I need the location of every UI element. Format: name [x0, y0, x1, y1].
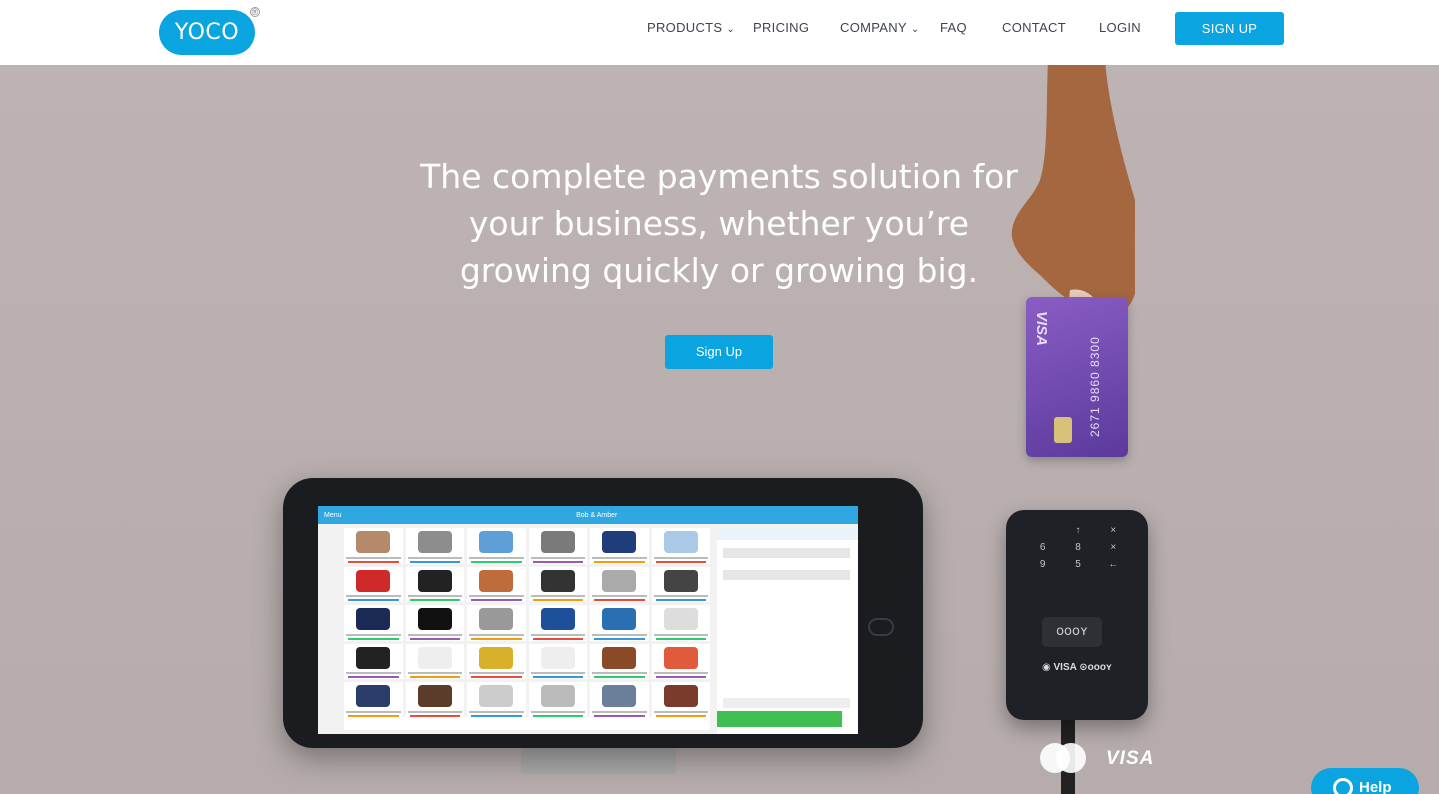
credit-card-image: VISA 2671 9860 8300	[1026, 297, 1128, 457]
home-button-icon	[868, 618, 894, 636]
product-tile	[651, 682, 710, 718]
key: ×	[1110, 542, 1117, 553]
product-tile	[590, 682, 649, 718]
key	[1028, 525, 1057, 537]
chevron-down-icon: ⌄	[726, 23, 736, 35]
pos-top-bar: Menu Bob & Amber	[318, 506, 858, 524]
nav-company-label: COMPANY	[840, 20, 907, 35]
key: ↑	[1075, 525, 1081, 536]
registered-mark: ®	[250, 7, 260, 17]
product-tile	[344, 528, 403, 564]
payment-logos: VISA	[1040, 741, 1154, 777]
product-tile	[405, 643, 464, 680]
product-tile	[528, 643, 587, 680]
product-tile	[405, 528, 464, 564]
pos-charge-button	[717, 711, 842, 727]
hero-headline: The complete payments solution for your …	[419, 153, 1019, 294]
product-grid	[344, 528, 710, 718]
key: ←	[1108, 559, 1119, 570]
product-tile	[467, 643, 526, 680]
key: 8	[1075, 542, 1081, 553]
visa-logo: VISA	[1106, 748, 1155, 769]
key: 5	[1075, 559, 1081, 570]
product-tile	[528, 566, 587, 603]
site-header: YOCO ® PRODUCTS ⌄ PRICING COMPANY ⌄ FAQ …	[0, 0, 1439, 65]
key: 6	[1039, 542, 1046, 553]
terminal-logo: oooʏ	[1042, 617, 1102, 647]
product-tile	[405, 566, 464, 603]
product-tile	[590, 643, 649, 680]
nav-pricing[interactable]: PRICING	[753, 0, 809, 55]
terminal-brand-line: ◉ VISA ⊙oooʏ	[1042, 662, 1112, 673]
pos-title: Bob & Amber	[576, 511, 618, 519]
mastercard-logo	[1040, 741, 1088, 777]
product-tile	[344, 605, 403, 641]
card-visa-text: VISA	[1033, 311, 1050, 347]
key: 9	[1039, 559, 1046, 570]
product-tile	[651, 528, 710, 564]
tablet-frame: Menu Bob & Amber	[283, 478, 923, 748]
nav-faq[interactable]: FAQ	[940, 0, 967, 55]
product-tile	[405, 605, 464, 641]
nav-contact[interactable]: CONTACT	[1002, 0, 1066, 55]
nav-company[interactable]: COMPANY ⌄	[840, 0, 920, 55]
hero-section: The complete payments solution for your …	[0, 65, 1439, 794]
tablet-stand	[521, 744, 676, 774]
headline-line: The complete payments solution for	[420, 157, 1018, 196]
product-tile	[590, 566, 649, 603]
signup-button[interactable]: SIGN UP	[1175, 12, 1284, 45]
yoco-logo[interactable]: YOCO	[159, 10, 255, 55]
terminal-keypad: ↑ × 6 8 × 9 5 ←	[1028, 525, 1128, 571]
product-tile	[590, 528, 649, 564]
headline-line: your business, whether you’re	[468, 204, 970, 243]
card-chip-icon	[1054, 417, 1072, 443]
key: ×	[1110, 525, 1117, 536]
help-icon	[1333, 778, 1353, 794]
help-button[interactable]: Help	[1311, 768, 1419, 794]
product-tile	[344, 643, 403, 680]
help-label: Help	[1359, 779, 1392, 794]
product-tile	[405, 682, 464, 718]
product-tile	[651, 605, 710, 641]
product-tile	[344, 682, 403, 718]
product-tile	[528, 682, 587, 718]
card-number: 2671 9860 8300	[1088, 336, 1102, 437]
nav-products[interactable]: PRODUCTS ⌄	[647, 0, 735, 55]
product-tile	[590, 605, 649, 641]
product-tile	[467, 605, 526, 641]
pos-screen: Menu Bob & Amber	[318, 506, 858, 734]
pos-menu-label: Menu	[324, 511, 342, 519]
chevron-down-icon: ⌄	[910, 23, 920, 35]
hand-image	[1011, 65, 1135, 318]
headline-line: growing quickly or growing big.	[459, 251, 979, 290]
product-tile	[467, 528, 526, 564]
card-terminal-image: ↑ × 6 8 × 9 5 ← oooʏ ◉ VISA ⊙oooʏ	[1006, 510, 1148, 720]
product-tile	[651, 643, 710, 680]
product-tile	[344, 566, 403, 603]
nav-login[interactable]: LOGIN	[1099, 0, 1141, 55]
product-tile	[467, 566, 526, 603]
product-tile	[467, 682, 526, 718]
pos-bottom-tabs	[344, 717, 710, 730]
nav-products-label: PRODUCTS	[647, 20, 723, 35]
pos-cart-panel	[717, 528, 858, 734]
product-tile	[651, 566, 710, 603]
hero-signup-button[interactable]: Sign Up	[665, 335, 773, 369]
product-tile	[528, 605, 587, 641]
product-tile	[528, 528, 587, 564]
